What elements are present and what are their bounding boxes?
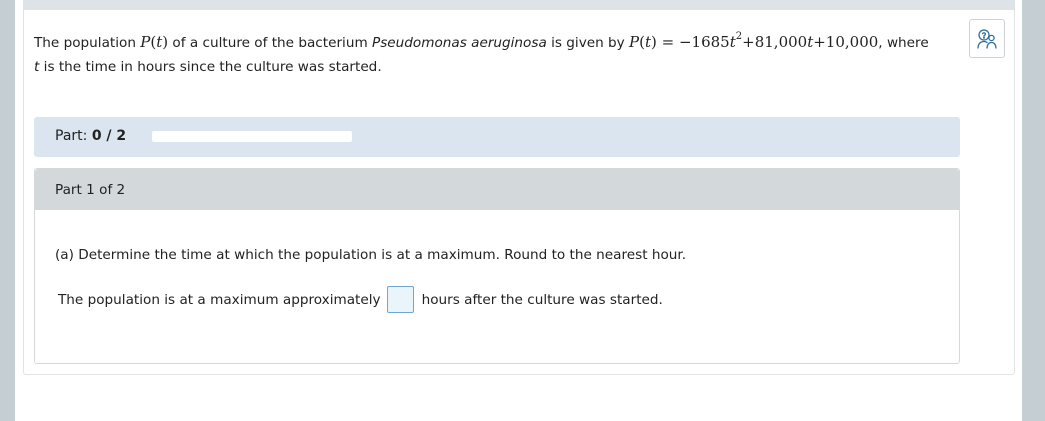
part-header-label: Part 1 of 2	[55, 182, 126, 198]
part-panel: Part 1 of 2 (a) Determine the time at wh…	[34, 168, 960, 364]
problem-text-2: of a culture of the bacterium	[168, 35, 373, 51]
problem-text-3: is given by	[546, 35, 630, 51]
tools-button[interactable]	[969, 19, 1005, 58]
problem-text-1: The population	[34, 35, 141, 51]
part-progress-value: 0 / 2	[91, 128, 127, 144]
function-arg: t	[156, 33, 163, 51]
species-name: Pseudomonas aeruginosa	[372, 35, 547, 51]
part-label-text: Part:	[55, 128, 88, 144]
page-background: The population P(t) of a culture of the …	[15, 0, 1022, 421]
part-progress-bar: Part: 0 / 2	[34, 117, 960, 157]
answer-prefix: The population is at a maximum approxima…	[58, 291, 381, 308]
part-header: Part 1 of 2	[35, 169, 959, 210]
problem-text-4: , where	[878, 35, 929, 51]
answer-input[interactable]	[386, 286, 414, 313]
problem-card: The population P(t) of a culture of the …	[23, 0, 1015, 375]
answer-line: The population is at a maximum approxima…	[58, 286, 663, 313]
eq-lhs-arg: t	[644, 33, 652, 51]
card-top-bar	[24, 0, 1014, 10]
eq-rhs-b: +81,000	[742, 33, 808, 51]
tools-icon	[977, 28, 997, 49]
part-progress-label: Part: 0 / 2	[55, 128, 126, 144]
question-text: (a) Determine the time at which the popu…	[55, 247, 687, 263]
problem-statement: The population P(t) of a culture of the …	[34, 27, 964, 79]
problem-text-5: is the time in hours since the culture w…	[39, 59, 382, 75]
population-equation: P(t) = −1685t2+81,000t+10,000	[629, 31, 879, 51]
progress-track	[152, 131, 352, 142]
eq-rhs-c: +10,000	[813, 33, 879, 51]
answer-suffix: hours after the culture was started.	[421, 291, 663, 308]
eq-exponent: 2	[735, 31, 743, 42]
eq-var-1: t	[729, 33, 736, 51]
function-notation: P(t)	[140, 33, 169, 51]
eq-rhs-a: = −1685	[656, 33, 730, 51]
function-name: P	[140, 33, 151, 51]
eq-lhs-name: P	[629, 33, 640, 51]
